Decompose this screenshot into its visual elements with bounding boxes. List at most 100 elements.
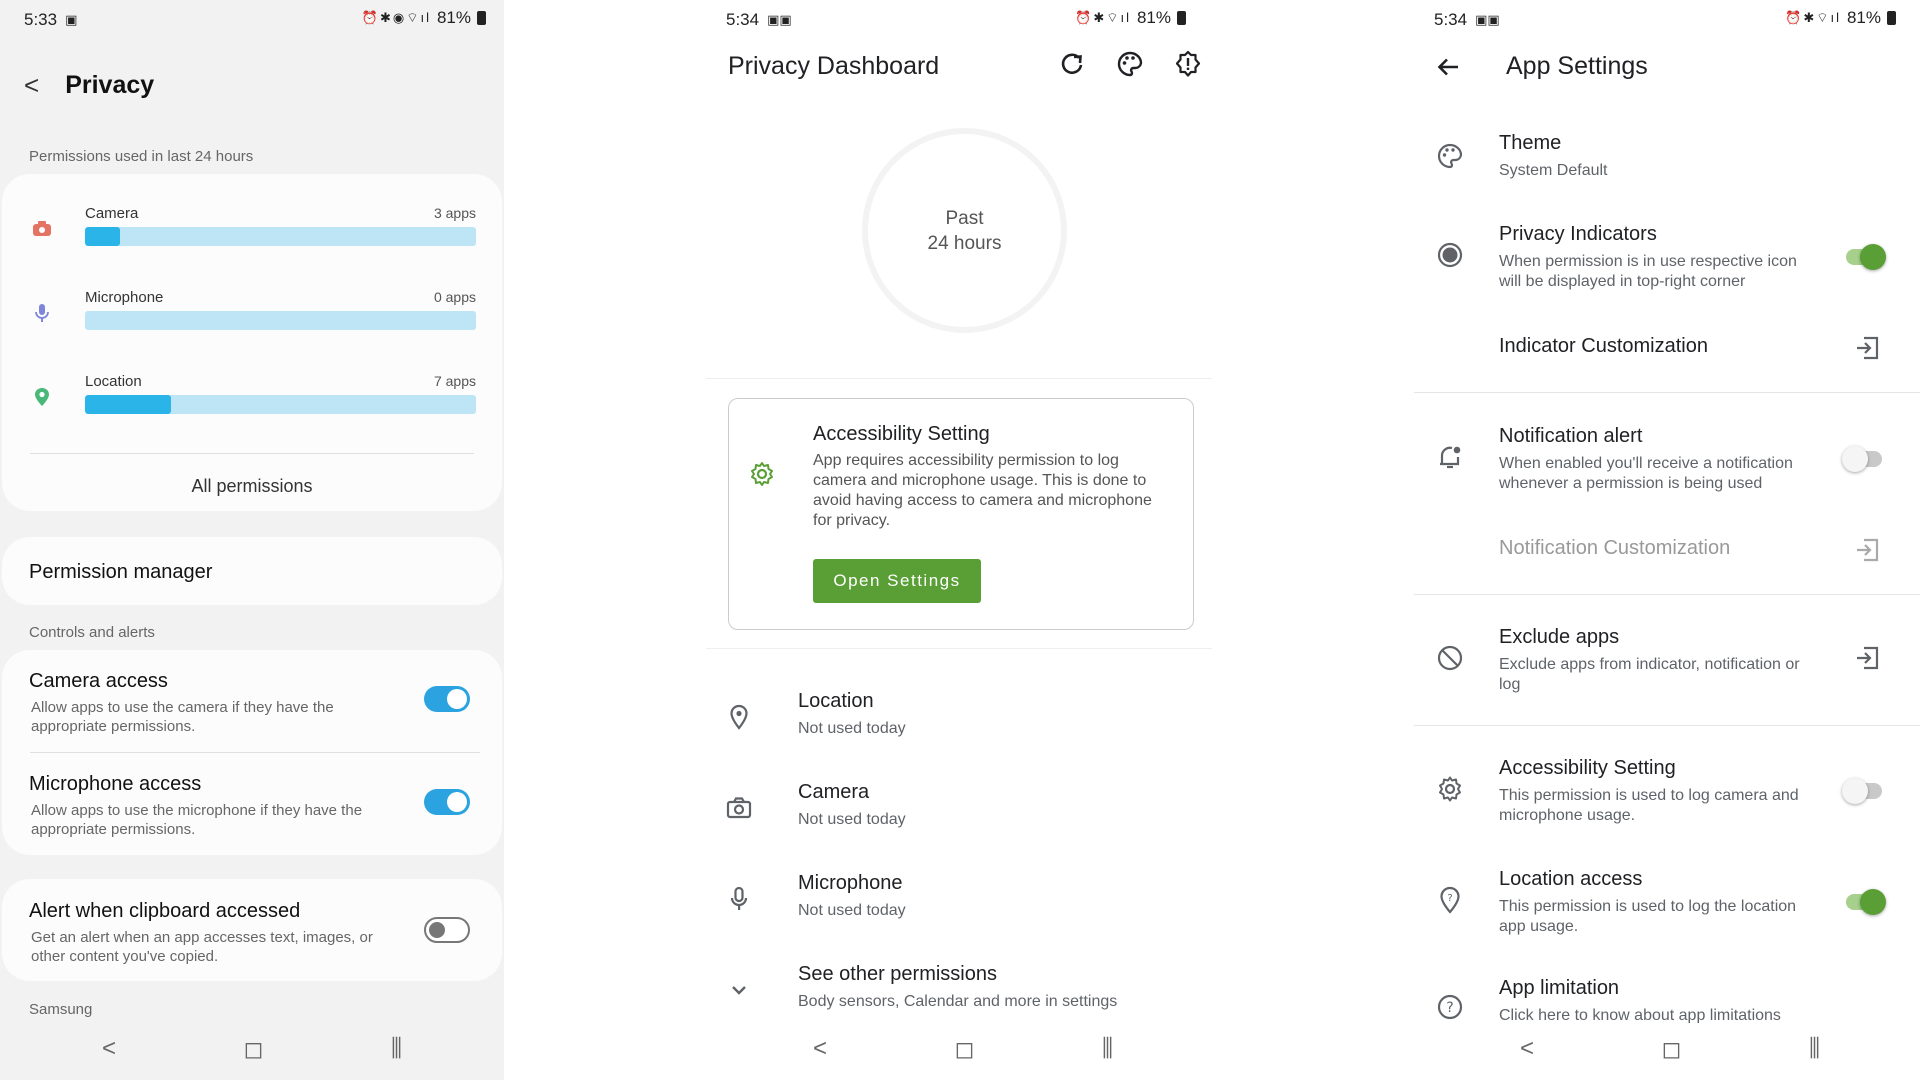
navigation-bar: < ◻ ⫼ [813,1035,1113,1064]
nav-recents-icon[interactable]: ⫼ [1809,1035,1820,1064]
indicator-customization-label: Indicator Customization [1499,335,1708,357]
chevron-down-icon [732,986,746,995]
location-access-toggle[interactable] [1846,889,1886,915]
status-bar: 5:33 ▣ ⏰✱◉⌔ıl 81% [24,8,486,32]
back-arrow-icon[interactable]: < [24,70,39,101]
location-access-desc: This permission is used to log the locat… [1499,898,1797,935]
notification-icon: ▣ [65,12,78,27]
privacy-dashboard-screen: 5:34 ▣▣ ⏰✱⌔ıl 81% Privacy Dashboard Past… [706,0,1216,1080]
permission-row-location[interactable]: Location Not used today [726,690,1196,750]
permission-count: 7 apps [433,373,476,389]
camera-access-title: Camera access [29,670,168,692]
nav-back-icon[interactable]: < [813,1035,827,1064]
nav-recents-icon[interactable]: ⫼ [1102,1035,1113,1064]
status-icons: ⏰✱⌔ıl [1075,10,1131,25]
notification-customization-label: Notification Customization [1499,537,1731,559]
location-help-icon: ? [1440,886,1460,914]
permission-count: 3 apps [433,205,476,221]
open-settings-button[interactable]: Open Settings [813,559,981,603]
section-header-controls: Controls and alerts [29,624,155,641]
accessibility-setting-desc: This permission is used to log camera an… [1499,787,1799,824]
app-limitation-row[interactable]: ? App limitation Click here to know abou… [1412,977,1920,1023]
notification-bell-icon [1440,446,1461,469]
nav-recents-icon[interactable]: ⫼ [391,1035,402,1064]
microphone-access-toggle[interactable] [424,789,470,815]
nav-back-icon[interactable]: < [1520,1035,1534,1064]
record-circle-icon [1437,242,1463,268]
battery-icon [477,11,486,25]
divider [30,752,480,753]
accessibility-setting-card: Accessibility Setting App requires acces… [728,398,1194,630]
palette-icon[interactable] [1116,50,1144,78]
palette-icon [1437,143,1463,169]
usage-bar-fill [85,227,121,246]
app-limitation-title: App limitation [1499,977,1620,999]
notification-icon: ▣▣ [767,12,792,27]
nav-home-icon[interactable]: ◻ [244,1035,264,1064]
permission-usage-location[interactable]: Location 7 apps [32,373,476,414]
divider [706,648,1212,649]
usage-ring: Past 24 hours [862,128,1067,333]
notification-alert-toggle[interactable] [1842,446,1882,472]
permission-manager-card[interactable]: Permission manager [2,537,502,605]
navigation-bar: < ◻ ⫼ [102,1035,402,1064]
permission-status: Not used today [798,902,906,919]
accessibility-card-desc: App requires accessibility permission to… [813,452,1152,529]
accessibility-setting-toggle[interactable] [1842,778,1882,804]
app-settings-screen: 5:34 ▣▣ ⏰✱⌔ıl 81% App Settings Theme Sys… [1412,0,1920,1080]
camera-icon [33,221,51,236]
divider [1414,725,1920,726]
settings-alert-icon[interactable] [1174,50,1202,78]
location-access-title: Location access [1499,868,1643,890]
camera-access-desc: Allow apps to use the camera if they hav… [31,699,334,735]
microphone-access-desc: Allow apps to use the microphone if they… [31,802,363,838]
permission-name: Location [85,373,142,390]
clipboard-alert-desc: Get an alert when an app accesses text, … [31,929,373,965]
back-arrow-icon[interactable] [1436,54,1462,80]
permission-row-microphone[interactable]: Microphone Not used today [726,872,1196,932]
battery-level: 81% [436,8,471,27]
all-permissions-link[interactable]: All permissions [2,476,502,497]
permission-status: Not used today [798,720,906,737]
permission-name: Microphone [85,289,164,306]
notification-icon: ▣▣ [1475,12,1500,27]
exclude-apps-title: Exclude apps [1499,626,1620,648]
open-external-icon [1857,538,1879,562]
usage-bar [85,227,476,246]
divider [30,453,474,454]
section-header-samsung: Samsung [29,1001,93,1018]
usage-bar [85,311,476,330]
location-pin-icon [35,388,49,406]
ring-label-line2: 24 hours [927,232,1002,254]
refresh-icon[interactable] [1058,50,1086,78]
camera-access-toggle[interactable] [424,686,470,712]
nav-home-icon[interactable]: ◻ [955,1035,975,1064]
microphone-access-title: Microphone access [29,773,202,795]
status-bar: 5:34 ▣▣ ⏰✱⌔ıl 81% [1434,8,1896,32]
privacy-indicators-desc: When permission is in use respective ico… [1499,253,1797,290]
accessibility-card-title: Accessibility Setting [813,423,990,445]
status-icons: ⏰✱◉⌔ıl [361,10,431,25]
nav-back-icon[interactable]: < [102,1035,116,1064]
clipboard-alert-title: Alert when clipboard accessed [29,900,301,922]
samsung-privacy-screen: 5:33 ▣ ⏰✱◉⌔ıl 81% < Privacy Permissions … [0,0,504,1080]
nav-home-icon[interactable]: ◻ [1662,1035,1682,1064]
usage-bar-fill [85,395,172,414]
permission-manager-label: Permission manager [29,561,213,583]
battery-icon [1887,11,1896,25]
navigation-bar: < ◻ ⫼ [1520,1035,1820,1064]
clipboard-alert-toggle[interactable] [424,917,470,943]
help-circle-icon: ? [1437,994,1463,1020]
location-pin-icon [730,704,748,730]
permission-status: Body sensors, Calendar and more in setti… [798,993,1118,1010]
divider [1414,392,1920,393]
see-other-permissions-row[interactable]: See other permissions Body sensors, Cale… [726,963,1196,1023]
notification-alert-desc: When enabled you'll receive a notificati… [1499,455,1793,492]
svg-text:?: ? [1446,1000,1453,1016]
permission-row-camera[interactable]: Camera Not used today [726,781,1196,841]
privacy-indicators-toggle[interactable] [1846,244,1886,270]
theme-title: Theme [1499,132,1562,154]
permission-title: See other permissions [798,963,997,985]
permission-usage-camera[interactable]: Camera 3 apps [32,205,476,246]
permission-usage-microphone[interactable]: Microphone 0 apps [32,289,476,330]
